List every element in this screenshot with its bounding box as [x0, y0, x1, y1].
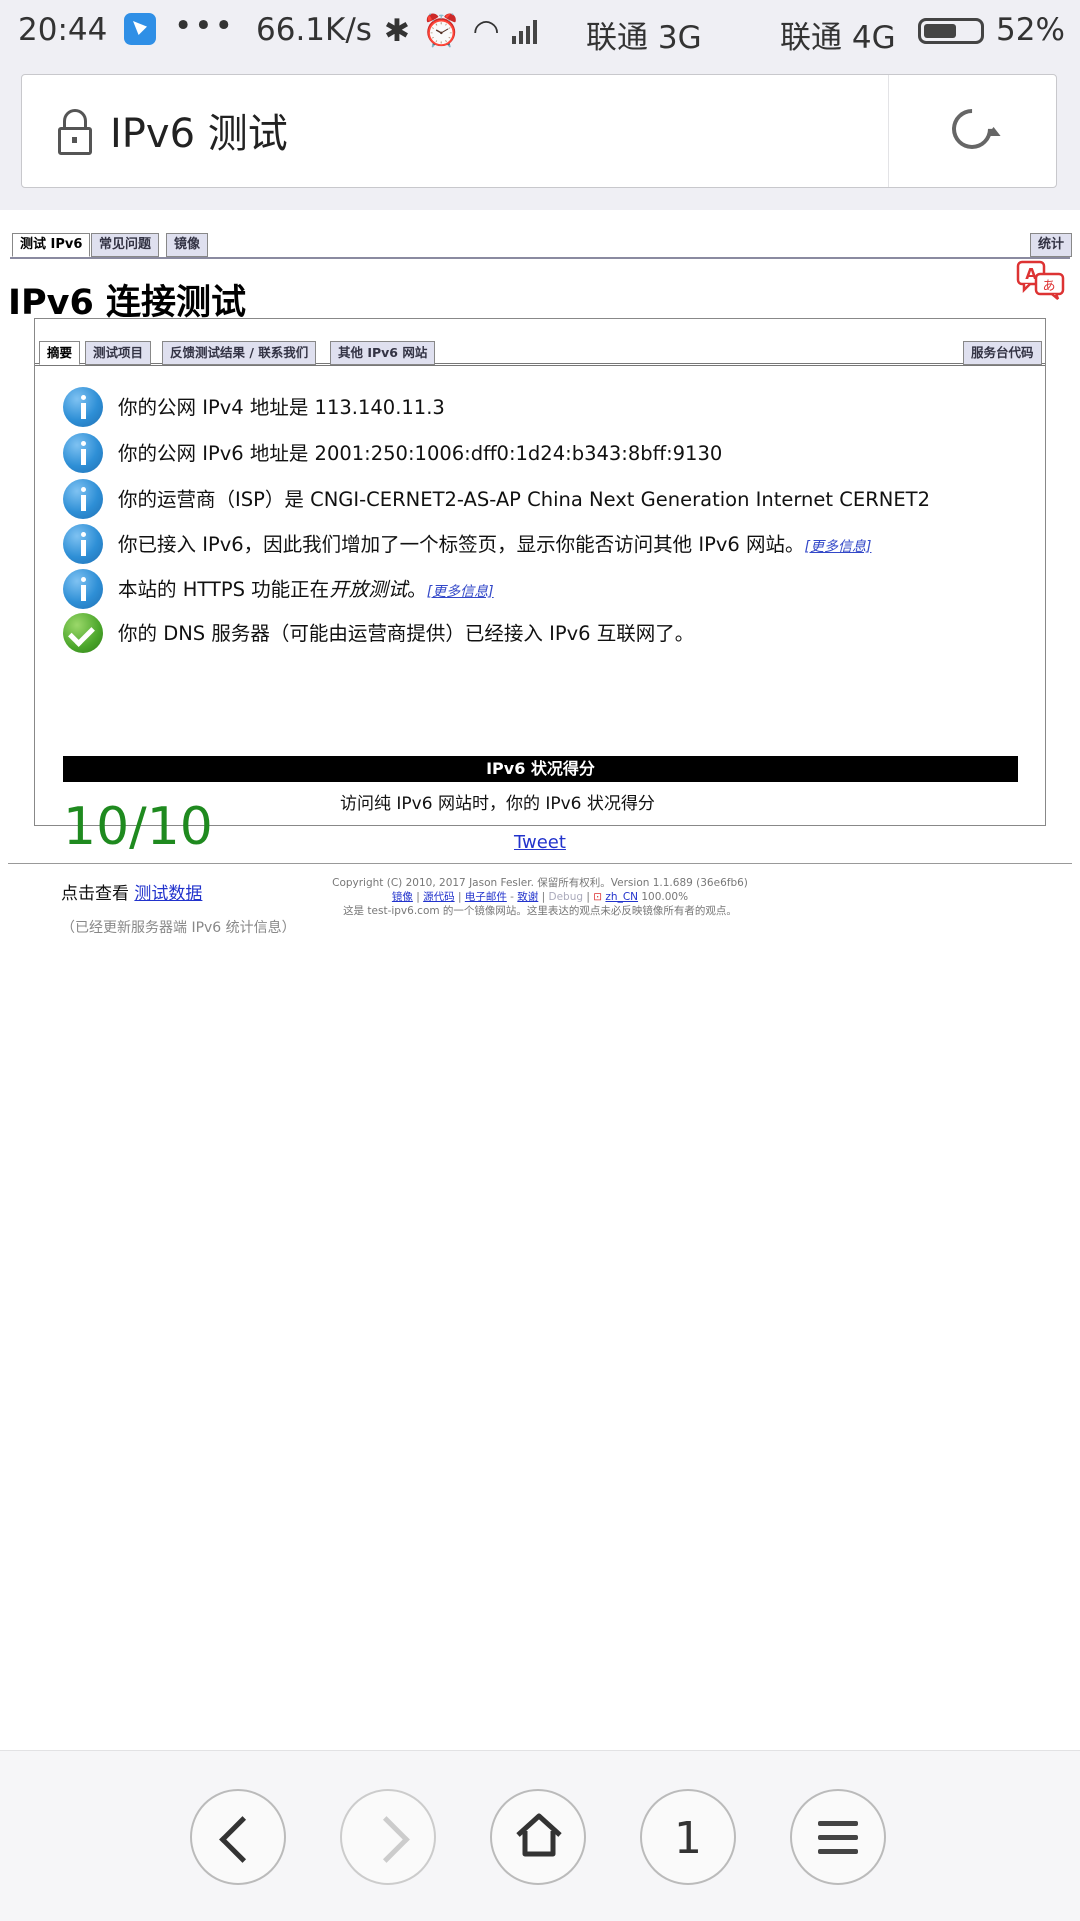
https-text: 本站的 HTTPS 功能正在 — [118, 578, 330, 601]
battery-percent: 52% — [996, 12, 1065, 48]
tab-count: 1 — [674, 1813, 702, 1864]
bluetooth-icon: ✱ — [384, 12, 410, 49]
page-title[interactable]: IPv6 测试 — [110, 101, 288, 159]
isp-text: 你的运营商（ISP）是 CNGI-CERNET2-AS-AP China Nex… — [118, 488, 930, 511]
footer-source-link[interactable]: 源代码 — [423, 891, 455, 903]
forward-button[interactable] — [340, 1789, 436, 1885]
https-status: 开放测试 — [329, 578, 408, 601]
inner-tabs: 摘要 测试项目 反馈测试结果 / 联系我们 其他 IPv6 网站 服务台代码 — [35, 319, 1045, 366]
battery-icon — [918, 18, 984, 44]
browser-toolbar: IPv6 测试 — [0, 62, 1080, 210]
tab-mirror[interactable]: 镜像 — [166, 233, 209, 257]
menu-button[interactable] — [790, 1789, 886, 1885]
status-bar: 20:44 ••• 66.1K/s ✱ ⏰ ◠ 联通 3G 联通 4G 52% — [0, 0, 1080, 62]
footer-email-link[interactable]: 电子邮件 — [465, 891, 507, 903]
footer-locale-link[interactable]: zh_CN — [605, 891, 638, 903]
footer-debug-link[interactable]: Debug — [549, 891, 584, 903]
footer-links: 镜像 | 源代码 | 电子邮件 - 致谢 | Debug | ⊡ zh_CN 1… — [391, 891, 689, 903]
chevron-right-icon — [363, 1816, 410, 1863]
info-icon — [63, 524, 103, 564]
alarm-icon: ⏰ — [421, 13, 461, 49]
footer-mirror-link[interactable]: 镜像 — [392, 891, 413, 903]
reload-icon[interactable] — [943, 100, 1001, 158]
carrier-4g: 联通 4G — [780, 20, 896, 56]
tab-faq[interactable]: 常见问题 — [91, 233, 160, 257]
address-bar[interactable]: IPv6 测试 — [21, 74, 1057, 188]
translate-icon[interactable]: A あ — [1016, 260, 1066, 300]
ipv6-text: 你的公网 IPv6 地址是 2001:250:1006:dff0:1d24:b3… — [118, 442, 723, 465]
https-line: 本站的 HTTPS 功能正在开放测试。[更多信息] — [118, 573, 494, 602]
tabs-button[interactable]: 1 — [640, 1789, 736, 1885]
menu-icon — [818, 1821, 858, 1863]
carrier-3g: 联通 3G — [586, 20, 702, 56]
tab-added-text: 你已接入 IPv6，因此我们增加了一个标签页，显示你能否访问其他 IPv6 网站… — [118, 533, 805, 556]
ipv4-text: 你的公网 IPv4 地址是 113.140.11.3 — [118, 396, 445, 419]
chevron-left-icon — [219, 1816, 266, 1863]
info-icon — [63, 569, 103, 609]
more-info-link-https[interactable]: [更多信息] — [427, 584, 494, 600]
tab-summary[interactable]: 摘要 — [39, 341, 81, 365]
footer-thanks-link[interactable]: 致谢 — [517, 891, 538, 903]
check-icon — [63, 613, 103, 653]
stats-note: （已经更新服务器端 IPv6 统计信息） — [61, 920, 296, 936]
top-tabs: 测试 IPv6 常见问题 镜像 统计 — [10, 223, 1073, 259]
score-description: 访问纯 IPv6 网站时，你的 IPv6 状况得分 — [340, 794, 655, 814]
app-icon — [124, 13, 156, 45]
divider — [8, 863, 1072, 864]
tab-added-line: 你已接入 IPv6，因此我们增加了一个标签页，显示你能否访问其他 IPv6 网站… — [118, 528, 871, 557]
tab-stats[interactable]: 统计 — [1030, 233, 1073, 257]
tab-feedback[interactable]: 反馈测试结果 / 联系我们 — [162, 341, 317, 365]
https-suffix: 。 — [407, 578, 427, 601]
divider — [888, 75, 889, 187]
footer-separator: - — [506, 891, 518, 903]
browser-bottom-bar: 1 — [0, 1750, 1080, 1921]
mirror-disclaimer: 这是 test-ipv6.com 的一个镜像网站。这里表达的观点未必反映镜像所有… — [343, 905, 737, 917]
tab-other-sites[interactable]: 其他 IPv6 网站 — [330, 341, 436, 365]
svg-text:あ: あ — [1042, 279, 1055, 294]
more-info-link[interactable]: [更多信息] — [805, 539, 872, 555]
network-speed: 66.1K/s — [256, 12, 372, 48]
tab-helpdesk[interactable]: 服务台代码 — [963, 341, 1042, 365]
score-value: 10/10 — [63, 797, 213, 857]
wifi-icon: ◠ — [472, 12, 500, 49]
info-icon — [63, 479, 103, 519]
footer-percent: 100.00% — [641, 891, 689, 903]
more-notifications-icon: ••• — [174, 8, 235, 44]
back-button[interactable] — [190, 1789, 286, 1885]
lock-icon — [58, 109, 92, 155]
status-time: 20:44 — [18, 12, 108, 48]
info-icon — [63, 433, 103, 473]
tweet-link[interactable]: Tweet — [514, 832, 566, 853]
score-header: IPv6 状况得分 — [63, 756, 1018, 782]
status-icons: ✱ ⏰ ◠ — [384, 12, 537, 49]
home-icon — [516, 1813, 562, 1857]
dns-text: 你的 DNS 服务器（可能由运营商提供）已经接入 IPv6 互联网了。 — [118, 622, 695, 645]
tab-tests[interactable]: 测试项目 — [85, 341, 152, 365]
signal-icon — [511, 18, 537, 44]
copyright-text: Copyright (C) 2010, 2017 Jason Fesler. 保… — [332, 877, 748, 889]
tab-test-ipv6[interactable]: 测试 IPv6 — [12, 233, 91, 257]
info-icon — [63, 387, 103, 427]
web-content: 测试 IPv6 常见问题 镜像 统计 A あ IPv6 连接测试 摘要 测试项目… — [0, 210, 1080, 1750]
footer: Copyright (C) 2010, 2017 Jason Fesler. 保… — [0, 876, 1080, 918]
home-button[interactable] — [490, 1789, 586, 1885]
translate-small-icon: ⊡ — [593, 891, 603, 903]
results-panel: 摘要 测试项目 反馈测试结果 / 联系我们 其他 IPv6 网站 服务台代码 你… — [34, 318, 1046, 936]
